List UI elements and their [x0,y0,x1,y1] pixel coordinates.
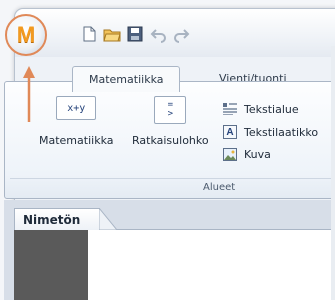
save-icon[interactable] [126,25,144,43]
document-tab[interactable]: Nimetön [14,208,100,230]
ribbon-panel: x+y Matematiikka = > Ratkaisulohko Tekst… [4,81,335,199]
group-label-alueet: Alueet [203,182,236,193]
undo-icon[interactable] [150,25,168,43]
redo-icon[interactable] [172,25,190,43]
annotation-arrow [23,66,35,122]
app-logo-icon: M [11,20,41,50]
image-icon [223,147,237,161]
tab-matematiikka[interactable]: Matematiikka [72,66,181,92]
document-gutter [14,230,88,300]
math-region-icon: x+y [56,96,97,120]
solution-block-icon: = > [154,96,187,124]
text-box-button[interactable]: A Tekstilaatikko [223,123,318,141]
open-folder-icon[interactable] [103,25,121,43]
image-button[interactable]: Kuva [223,145,271,163]
ribbon-divider [10,178,335,179]
window-right-edge [331,46,335,300]
title-bar [15,9,335,57]
text-area-label: Tekstialue [244,102,299,116]
math-region-label: Matematiikka [39,134,114,147]
solution-block-button[interactable]: = > Ratkaisulohko [132,96,209,147]
math-region-button[interactable]: x+y Matematiikka [39,96,113,147]
text-box-icon: A [223,125,237,139]
app-menu-button[interactable]: M [5,14,47,56]
text-box-label: Tekstilaatikko [244,125,319,139]
image-label: Kuva [244,147,271,161]
new-document-icon[interactable] [80,25,98,43]
screenshot-stage: x Matematiikka [0,0,335,300]
text-area-button[interactable]: Tekstialue [223,100,299,118]
text-area-icon [223,102,237,116]
solution-block-label: Ratkaisulohko [132,134,209,147]
document-tab-edge [99,208,117,230]
